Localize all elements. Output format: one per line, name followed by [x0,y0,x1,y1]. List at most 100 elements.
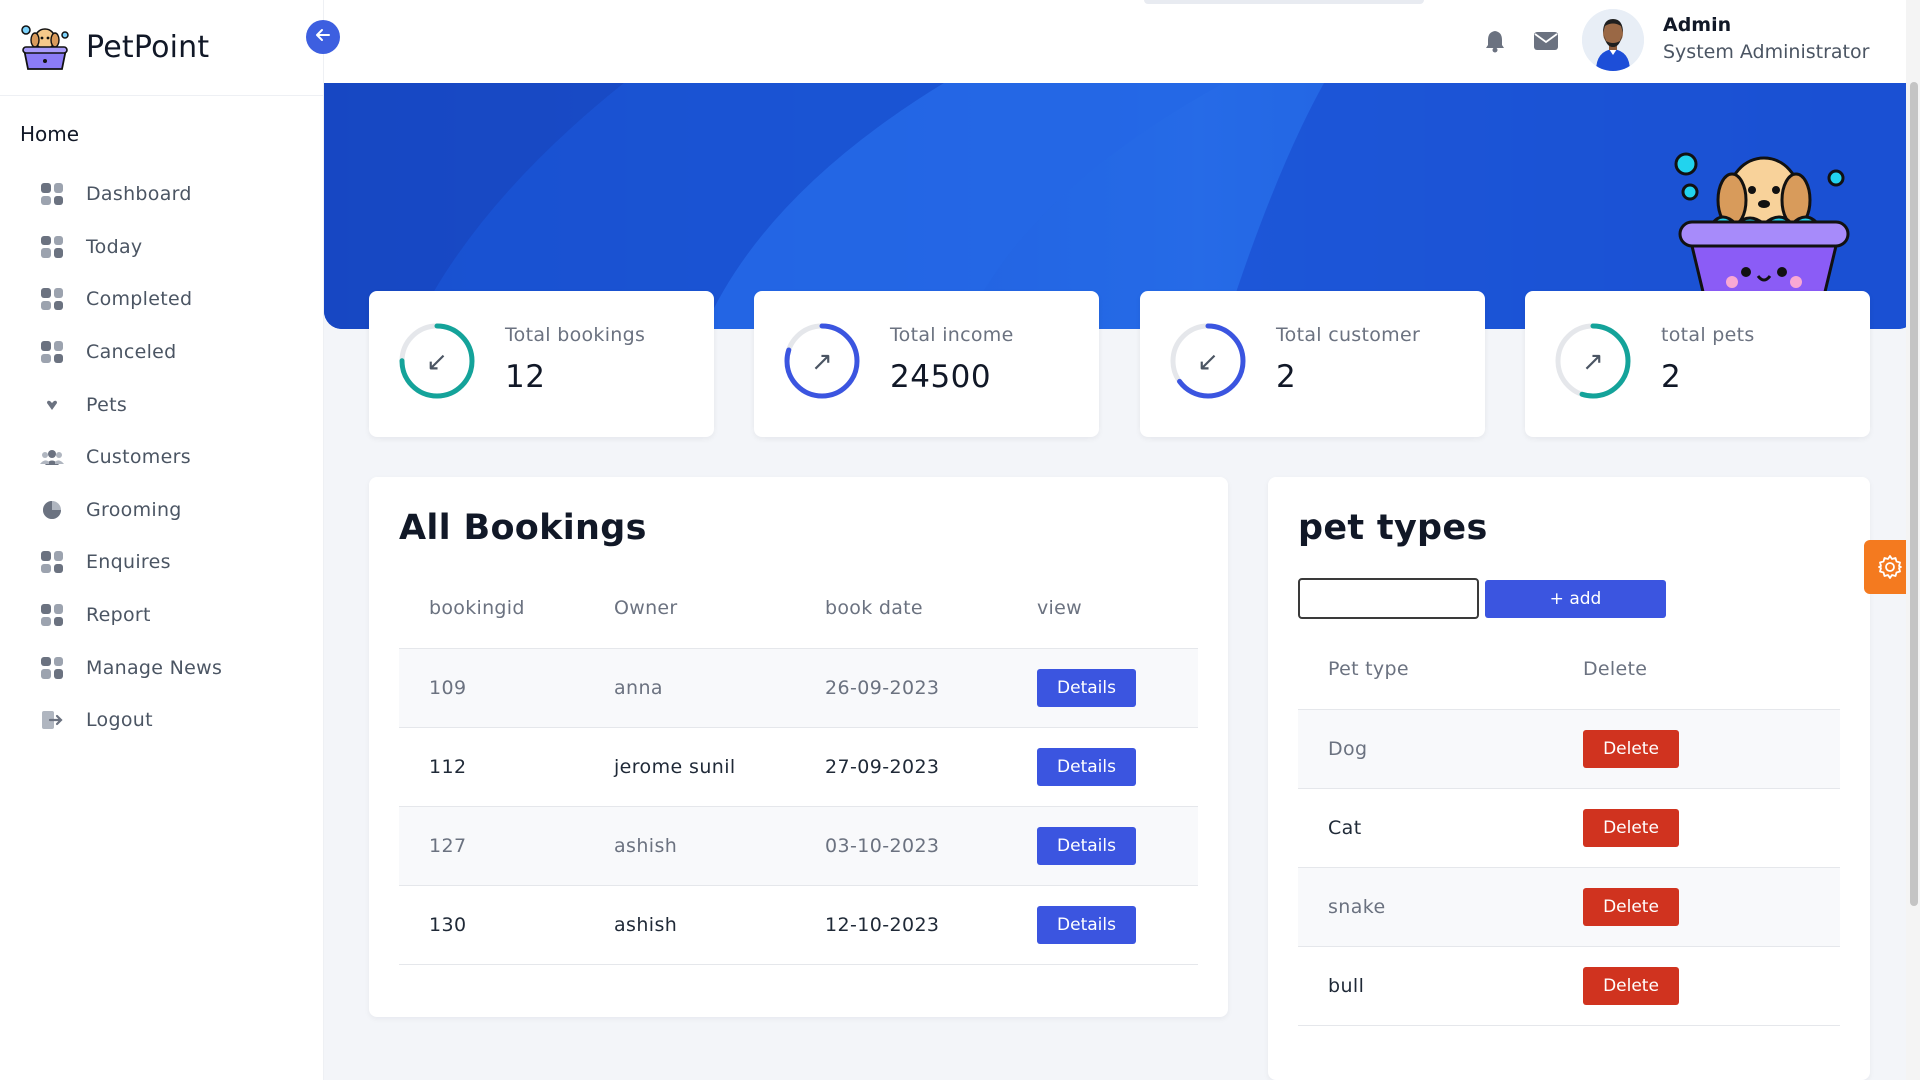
sidebar-item-label: Report [86,604,151,627]
arrow-up-right-icon: ↗ [1582,347,1604,377]
progress-ring: ↙ [399,323,475,399]
sidebar-item-manage-news[interactable]: Manage News [40,641,323,694]
booking-date: 26-09-2023 [795,648,1007,728]
progress-ring: ↗ [1555,323,1631,399]
pet-type-name: snake [1298,867,1553,947]
grid-icon [40,340,64,364]
booking-id: 109 [399,648,584,728]
users-icon [40,445,64,469]
sidebar-item-canceled[interactable]: Canceled [40,326,323,379]
column-header-bookingid: bookingid [399,569,584,649]
sidebar: PetPoint Home Dashboard Today Completed … [0,0,324,1080]
table-row: 130 ashish 12-10-2023 Details [399,885,1198,965]
sidebar-item-enquires[interactable]: Enquires [40,536,323,589]
sidebar-item-pets[interactable]: Pets [40,378,323,431]
table-header-row: bookingid Owner book date view [399,569,1198,649]
arrow-up-right-icon: ↗ [811,347,833,377]
booking-owner: jerome sunil [584,727,795,807]
delete-button[interactable]: Delete [1583,729,1679,768]
stat-value: 24500 [890,359,992,395]
brand[interactable]: PetPoint [0,0,323,96]
all-bookings-panel: All Bookings bookingid Owner book date v… [369,477,1228,1017]
user-name: Admin [1663,14,1732,36]
stat-card-total-income: ↗ Total income 24500 [754,291,1099,437]
user-role: System Administrator [1663,41,1870,63]
avatar[interactable] [1582,9,1644,71]
mail-icon [1534,32,1558,50]
sidebar-item-today[interactable]: Today [40,221,323,274]
grid-icon [40,550,64,574]
delete-button[interactable]: Delete [1583,966,1679,1005]
sidebar-item-label: Completed [86,288,193,311]
stat-label: Total income [890,324,1014,346]
sidebar-item-label: Enquires [86,551,171,574]
delete-button[interactable]: Delete [1583,808,1679,847]
sidebar-item-label: Today [86,235,143,258]
grid-icon [40,603,64,627]
sidebar-item-dashboard[interactable]: Dashboard [40,168,323,221]
booking-owner: ashish [584,806,795,886]
dog-in-tub-illustration [1674,152,1850,296]
table-row: bull Delete [1298,946,1840,1026]
brand-name: PetPoint [86,30,210,65]
sidebar-item-report[interactable]: Report [40,589,323,642]
pet-tub-logo-icon [21,24,69,70]
messages-button[interactable] [1533,28,1559,54]
sidebar-item-grooming[interactable]: Grooming [40,484,323,537]
heart-icon [40,393,64,417]
details-button[interactable]: Details [1037,826,1136,865]
scrollbar-thumb[interactable] [1910,82,1918,906]
table-row: Cat Delete [1298,788,1840,868]
notifications-button[interactable] [1482,28,1508,54]
progress-ring: ↗ [784,323,860,399]
sidebar-item-label: Grooming [86,498,182,521]
table-row: Dog Delete [1298,709,1840,789]
grid-icon [40,287,64,311]
logout-icon [40,708,64,732]
sidebar-item-completed[interactable]: Completed [40,273,323,326]
stat-card-total-pets: ↗ total pets 2 [1525,291,1870,437]
details-button[interactable]: Details [1037,668,1136,707]
booking-owner: anna [584,648,795,728]
page-scrollbar[interactable] [1906,0,1920,1080]
arrow-left-icon [314,25,332,49]
sidebar-item-logout[interactable]: Logout [40,694,323,747]
column-header-owner: Owner [584,569,795,649]
bookings-title: All Bookings [399,508,647,548]
table-row: snake Delete [1298,867,1840,947]
sidebar-toggle-button[interactable] [306,20,340,54]
booking-id: 112 [399,727,584,807]
bookings-table: bookingid Owner book date view 109 anna … [399,569,1198,965]
details-button[interactable]: Details [1037,747,1136,786]
sidebar-item-label: Canceled [86,341,177,364]
menu-section-title: Home [20,122,80,146]
sidebar-item-label: Pets [86,393,128,416]
pet-types-table: Pet type Delete Dog Delete Cat Delete sn… [1298,630,1840,1026]
sidebar-menu: Dashboard Today Completed Canceled Pets … [0,168,323,747]
stat-value: 2 [1661,359,1682,395]
stat-label: total pets [1661,324,1755,346]
grid-icon [40,235,64,259]
pet-type-input[interactable] [1298,578,1479,619]
stat-card-total-customer: ↙ Total customer 2 [1140,291,1485,437]
pet-types-title: pet types [1298,508,1488,548]
table-row: 127 ashish 03-10-2023 Details [399,806,1198,886]
stat-value: 2 [1276,359,1297,395]
gear-icon [1878,555,1902,579]
sidebar-item-label: Manage News [86,656,223,679]
details-button[interactable]: Details [1037,905,1136,944]
add-pet-type-button[interactable]: + add [1485,580,1666,618]
delete-button[interactable]: Delete [1583,887,1679,926]
table-row: 112 jerome sunil 27-09-2023 Details [399,727,1198,807]
top-divider [1144,0,1424,4]
grid-icon [40,656,64,680]
arrow-down-left-icon: ↙ [426,347,448,377]
pet-types-panel: pet types + add Pet type Delete Dog Dele… [1268,477,1870,1080]
sidebar-item-customers[interactable]: Customers [40,431,323,484]
column-header-pet-type: Pet type [1298,630,1553,710]
booking-id: 130 [399,885,584,965]
booking-owner: ashish [584,885,795,965]
booking-date: 12-10-2023 [795,885,1007,965]
booking-date: 03-10-2023 [795,806,1007,886]
pet-type-name: Dog [1298,709,1553,789]
